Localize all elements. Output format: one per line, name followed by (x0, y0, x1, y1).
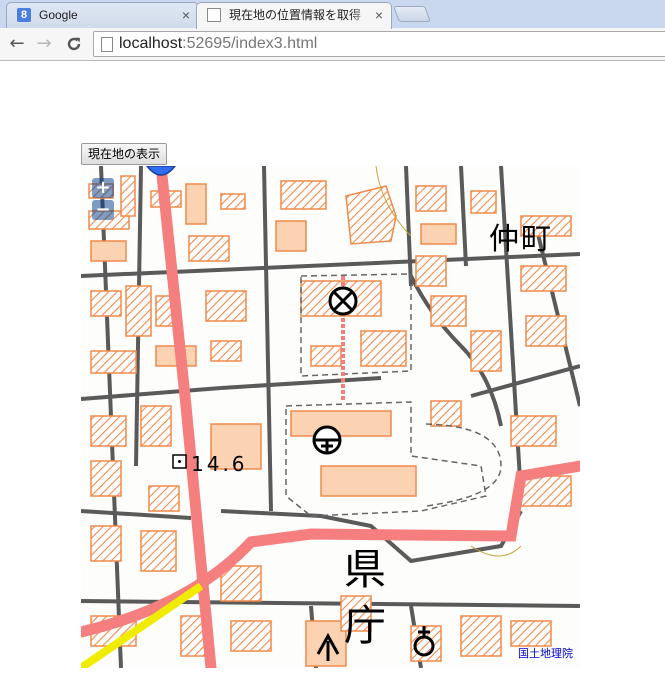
back-arrow-icon[interactable]: ← (6, 34, 28, 54)
url-path: :52695/index3.html (182, 35, 318, 52)
map-attribution-link[interactable]: 国土地理院 (517, 647, 574, 660)
map-label-cho: 庁 (344, 601, 387, 650)
elevation-label: 14.6 (191, 452, 248, 476)
map-view[interactable]: + − 14.6 県 庁 仲町 国土地理院 (81, 166, 580, 668)
map-label-nakamachi: 仲町 (489, 222, 553, 257)
address-bar[interactable]: localhost:52695/index3.html (93, 31, 665, 57)
forward-arrow-icon[interactable]: → (33, 34, 55, 54)
zoom-out-button[interactable]: − (92, 200, 114, 220)
page-content: 現在地の表示 + − 14.6 県 庁 仲町 国土地理院 (0, 62, 665, 700)
reload-icon[interactable] (63, 34, 85, 54)
tab-title: Google (39, 8, 78, 22)
page-favicon-icon (207, 8, 221, 22)
page-icon (101, 37, 113, 52)
tab-strip: 8 Google × 現在地の位置情報を取得 × (0, 0, 665, 29)
zoom-in-button[interactable]: + (92, 178, 114, 198)
tab-title: 現在地の位置情報を取得 (229, 8, 362, 22)
url-host: localhost (119, 35, 183, 52)
url-text[interactable]: localhost:52695/index3.html (119, 34, 317, 54)
google-favicon-icon: 8 (17, 8, 31, 22)
tab-current-location[interactable]: 現在地の位置情報を取得 × (196, 2, 392, 29)
map-label-ken: 県 (344, 545, 387, 594)
close-tab-icon[interactable]: × (182, 3, 190, 27)
tab-google[interactable]: 8 Google × (6, 2, 199, 29)
close-tab-icon[interactable]: × (375, 3, 383, 27)
browser-toolbar: ← → localhost:52695/index3.html (0, 28, 665, 61)
new-tab-button[interactable] (393, 6, 431, 22)
show-location-button[interactable]: 現在地の表示 (81, 143, 168, 165)
